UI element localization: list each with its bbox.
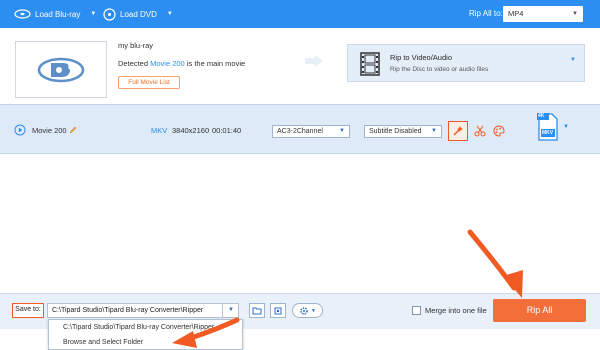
bluray-disc-icon [14, 9, 31, 19]
gpu-accel-button[interactable] [270, 303, 286, 318]
detected-prefix: Detected [118, 59, 149, 68]
folder-icon [252, 307, 262, 315]
palette-icon[interactable] [490, 122, 508, 140]
audio-track-value: AC3-2Channel [277, 128, 323, 135]
output-format-select[interactable]: MP4 ▼ [503, 6, 583, 22]
movie-title: Movie 200 [32, 126, 67, 135]
save-path-input[interactable]: C:\Tipard Studio\Tipard Blu-ray Converte… [47, 303, 239, 318]
source-resolution: 3840x2160 [172, 126, 210, 135]
subtitle-select[interactable]: Subtitle Disabled ▼ [364, 125, 442, 138]
pencil-edit-icon[interactable] [68, 125, 78, 135]
rip-all-to-label: Rip All to: [469, 9, 503, 18]
load-bluray-label: Load Blu-ray [35, 9, 81, 19]
merge-label: Merge into one file [425, 306, 487, 315]
detected-movie-link[interactable]: Movie 200 [150, 59, 185, 68]
open-folder-button[interactable] [249, 303, 265, 318]
full-movie-list-button[interactable]: Full Movie List [118, 76, 180, 89]
settings-button[interactable]: ▼ [292, 303, 323, 318]
chevron-down-icon: ▼ [572, 11, 578, 17]
annotation-arrow-rip-all [467, 229, 523, 298]
chevron-down-icon: ▼ [311, 307, 316, 314]
save-path-dropdown: C:\Tipard Studio\Tipard Blu-ray Converte… [48, 319, 243, 350]
chevron-down-icon[interactable]: ▼ [222, 303, 239, 318]
load-dvd-label: Load DVD [120, 9, 157, 19]
audio-track-select[interactable]: AC3-2Channel ▼ [272, 125, 350, 138]
rip-mode-select[interactable]: Rip to Video/Audio Rip the Disc to video… [347, 44, 585, 82]
save-to-label: Save to: [12, 303, 44, 318]
chevron-down-icon[interactable]: ▼ [90, 11, 96, 17]
bluray-logo-icon [37, 57, 85, 82]
play-icon[interactable] [14, 124, 26, 136]
dvd-disc-icon [103, 7, 116, 21]
load-bluray-button[interactable]: Load Blu-ray ▼ [14, 0, 96, 28]
gear-icon [300, 306, 308, 315]
rip-all-button[interactable]: Rip All [493, 299, 586, 322]
magic-wand-edit-icon[interactable] [448, 121, 468, 141]
merge-checkbox[interactable] [412, 306, 421, 315]
scissors-icon[interactable] [471, 122, 489, 140]
chevron-down-icon: ▼ [339, 128, 345, 134]
dropdown-option-browse[interactable]: Browse and Select Folder [49, 336, 242, 350]
detected-main-movie-text: Detected Movie 200 is the main movie [118, 59, 245, 68]
chevron-down-icon: ▼ [431, 128, 437, 134]
chevron-down-icon[interactable]: ▼ [167, 11, 173, 17]
chevron-down-icon: ▼ [570, 57, 576, 63]
film-strip-icon [360, 52, 380, 76]
format-badge-top: 4K [538, 113, 545, 119]
rip-mode-title: Rip to Video/Audio [390, 53, 452, 62]
output-format-value: MP4 [508, 9, 524, 18]
arrow-right-icon [303, 54, 325, 68]
disc-name: my blu-ray [118, 41, 154, 50]
source-container: MKV [151, 126, 168, 135]
source-duration: 00:01:40 [212, 126, 242, 135]
chip-icon [274, 307, 282, 314]
output-format-badge[interactable]: 4K MKV [537, 112, 559, 142]
chevron-down-icon[interactable]: ▼ [563, 124, 569, 130]
disc-thumbnail [15, 41, 107, 98]
rip-mode-subtitle: Rip the Disc to video or audio files [390, 66, 489, 73]
movie-row: Movie 200 MKV 3840x2160 00:01:40 AC3-2Ch… [0, 104, 600, 154]
detected-suffix: is the main movie [186, 59, 246, 68]
dropdown-option-path[interactable]: C:\Tipard Studio\Tipard Blu-ray Converte… [49, 321, 242, 335]
load-dvd-button[interactable]: Load DVD ▼ [103, 0, 173, 28]
top-toolbar: Load Blu-ray ▼ Load DVD ▼ Rip All to: MP… [0, 0, 600, 28]
subtitle-value: Subtitle Disabled [369, 128, 422, 135]
format-badge-bottom: MKV [542, 130, 554, 136]
